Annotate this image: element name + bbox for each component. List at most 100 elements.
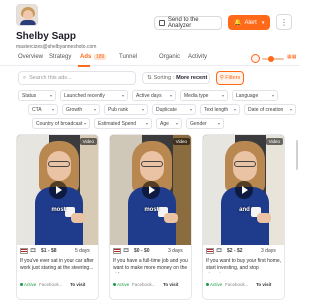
visit-link[interactable]: To visit bbox=[256, 282, 271, 287]
chevron-down-icon: ▾ bbox=[169, 93, 172, 98]
clock-icon[interactable] bbox=[251, 54, 260, 63]
send-to-analyzer-button[interactable]: Send to the Analyzer bbox=[154, 16, 222, 30]
toolbar: ⌕ Search this ads... ⇅ Sorting : More re… bbox=[0, 70, 300, 86]
chevron-down-icon: ▾ bbox=[289, 107, 292, 112]
filter-growth[interactable]: Growth ▾ bbox=[62, 104, 100, 115]
filter-media-type[interactable]: Media type ▾ bbox=[180, 90, 228, 101]
chevron-down-icon: ▾ bbox=[221, 93, 224, 98]
media-type-icon: 🎞 bbox=[30, 248, 37, 254]
filter-age[interactable]: Age ▾ bbox=[156, 118, 182, 129]
filter-label: Text length bbox=[204, 106, 229, 113]
ad-thumbnail[interactable]: and Video bbox=[203, 135, 284, 245]
filter-label: Launched recently bbox=[64, 92, 105, 99]
filter-date-of-creation[interactable]: Date of creation ▾ bbox=[244, 104, 296, 115]
filter-label: Duplicate bbox=[156, 106, 177, 113]
us-flag-icon bbox=[206, 248, 214, 254]
chevron-down-icon: ▾ bbox=[217, 121, 220, 126]
bell-icon: 🔔 bbox=[234, 20, 242, 26]
filter-label: Estimated Spend bbox=[98, 120, 137, 127]
filters-label: Filters bbox=[225, 75, 241, 81]
video-caption: most bbox=[51, 207, 66, 213]
filters-button[interactable]: ⚲ Filters bbox=[216, 71, 244, 85]
search-placeholder: Search this ads... bbox=[29, 75, 72, 81]
filter-pub-rank[interactable]: Pub rank ▾ bbox=[104, 104, 148, 115]
price-range: $2 - $2 bbox=[227, 248, 243, 254]
scrollbar[interactable] bbox=[296, 140, 298, 170]
status-badge: Active bbox=[20, 282, 36, 287]
ad-card[interactable]: most Video 🎞 $1 - $8 5 days If you've ev… bbox=[16, 134, 99, 300]
ads-count-badge: 189 bbox=[94, 54, 107, 60]
chevron-down-icon: ▾ bbox=[175, 121, 178, 126]
filter-gender[interactable]: Gender ▾ bbox=[186, 118, 224, 129]
filter-language[interactable]: Language ▾ bbox=[232, 90, 278, 101]
more-icon: ⋮ bbox=[280, 17, 288, 27]
chevron-down-icon: ▾ bbox=[189, 107, 192, 112]
chevron-down-icon: ▾ bbox=[49, 93, 52, 98]
ad-card[interactable]: and Video 🎞 $2 - $2 3 days If you want t… bbox=[202, 134, 285, 300]
price-range: $1 - $8 bbox=[41, 248, 57, 254]
filter-active-days[interactable]: Active days ▾ bbox=[132, 90, 176, 101]
tab-activity[interactable]: Activity bbox=[188, 54, 207, 60]
play-icon[interactable] bbox=[235, 181, 253, 199]
range-slider[interactable] bbox=[262, 56, 284, 62]
chevron-down-icon: ▾ bbox=[93, 107, 96, 112]
visit-link[interactable]: To visit bbox=[163, 282, 178, 287]
sort-label: Sorting : bbox=[153, 75, 175, 81]
chevron-down-icon: ▾ bbox=[233, 107, 236, 112]
media-type-icon: 🎞 bbox=[216, 248, 223, 254]
ad-footer: Active Facebook... To visit bbox=[113, 281, 191, 291]
more-options-button[interactable]: ⋮ bbox=[276, 14, 292, 30]
filter-label: Date of creation bbox=[248, 106, 284, 113]
tab-ads[interactable]: Ads bbox=[80, 54, 91, 60]
tab-organic[interactable]: Organic bbox=[159, 54, 180, 60]
play-icon[interactable] bbox=[49, 181, 67, 199]
video-badge: Video bbox=[172, 138, 190, 145]
top-bar: Send to the Analyzer 🔔 Alert ▾ ⋮ Shelby … bbox=[0, 0, 300, 56]
filter-label: Pub rank bbox=[108, 106, 129, 113]
sort-icon: ⇅ bbox=[147, 75, 152, 81]
filter-text-length[interactable]: Text length ▾ bbox=[200, 104, 240, 115]
filter-estimated-spend[interactable]: Estimated Spend ▾ bbox=[94, 118, 152, 129]
slider-knob[interactable] bbox=[267, 56, 274, 62]
chevron-down-icon: ▾ bbox=[51, 107, 54, 112]
active-days: 3 days bbox=[261, 248, 276, 254]
chevron-down-icon: ▾ bbox=[121, 93, 124, 98]
ad-card[interactable]: most Video 🎞 $0 - $0 3 days If you have … bbox=[109, 134, 192, 300]
video-caption: and bbox=[239, 207, 250, 213]
search-input[interactable]: ⌕ Search this ads... bbox=[18, 71, 136, 85]
grid-view-icon[interactable]: ▦▦ bbox=[287, 54, 297, 62]
tab-tunnel[interactable]: Tunnel bbox=[119, 54, 137, 60]
filter-label: CTA bbox=[32, 106, 42, 113]
ad-thumbnail[interactable]: most Video bbox=[110, 135, 191, 245]
filter-label: Active days bbox=[136, 92, 162, 99]
search-icon: ⌕ bbox=[23, 74, 27, 81]
source-label: Facebook... bbox=[225, 282, 249, 287]
tab-strategy[interactable]: Strategy bbox=[49, 54, 71, 60]
ad-thumbnail[interactable]: most Video bbox=[17, 135, 98, 245]
filter-label: Media type bbox=[184, 92, 209, 99]
send-to-analyzer-label: Send to the Analyzer bbox=[167, 17, 199, 29]
avatar[interactable] bbox=[16, 4, 38, 26]
sort-value: More recent bbox=[176, 75, 208, 81]
play-icon[interactable] bbox=[142, 181, 160, 199]
status-badge: Active bbox=[113, 282, 129, 287]
alert-button[interactable]: 🔔 Alert ▾ bbox=[228, 15, 270, 30]
price-range: $0 - $0 bbox=[134, 248, 150, 254]
visit-link[interactable]: To visit bbox=[70, 282, 85, 287]
ad-description: If you want to buy your first home, star… bbox=[206, 258, 282, 273]
ad-meta: 🎞 $1 - $8 5 days bbox=[17, 247, 98, 256]
media-type-icon: 🎞 bbox=[123, 248, 130, 254]
ad-description: If you've ever sat in your car after wor… bbox=[20, 258, 94, 271]
tab-overview[interactable]: Overview bbox=[18, 54, 43, 60]
sort-select[interactable]: ⇅ Sorting : More recent bbox=[142, 72, 210, 84]
filter-duplicate[interactable]: Duplicate ▾ bbox=[152, 104, 196, 115]
active-days: 5 days bbox=[75, 248, 90, 254]
ad-footer: Active Facebook... To visit bbox=[206, 281, 284, 291]
chevron-down-icon: ▾ bbox=[83, 121, 86, 126]
filter-cta[interactable]: CTA ▾ bbox=[28, 104, 58, 115]
filter-launched-recently[interactable]: Launched recently ▾ bbox=[60, 90, 128, 101]
filter-label: Country of broadcast bbox=[36, 120, 83, 127]
ad-footer: Active Facebook... To visit bbox=[20, 281, 98, 291]
filter-status[interactable]: Status ▾ bbox=[18, 90, 56, 101]
filter-country[interactable]: Country of broadcast ▾ bbox=[32, 118, 90, 129]
